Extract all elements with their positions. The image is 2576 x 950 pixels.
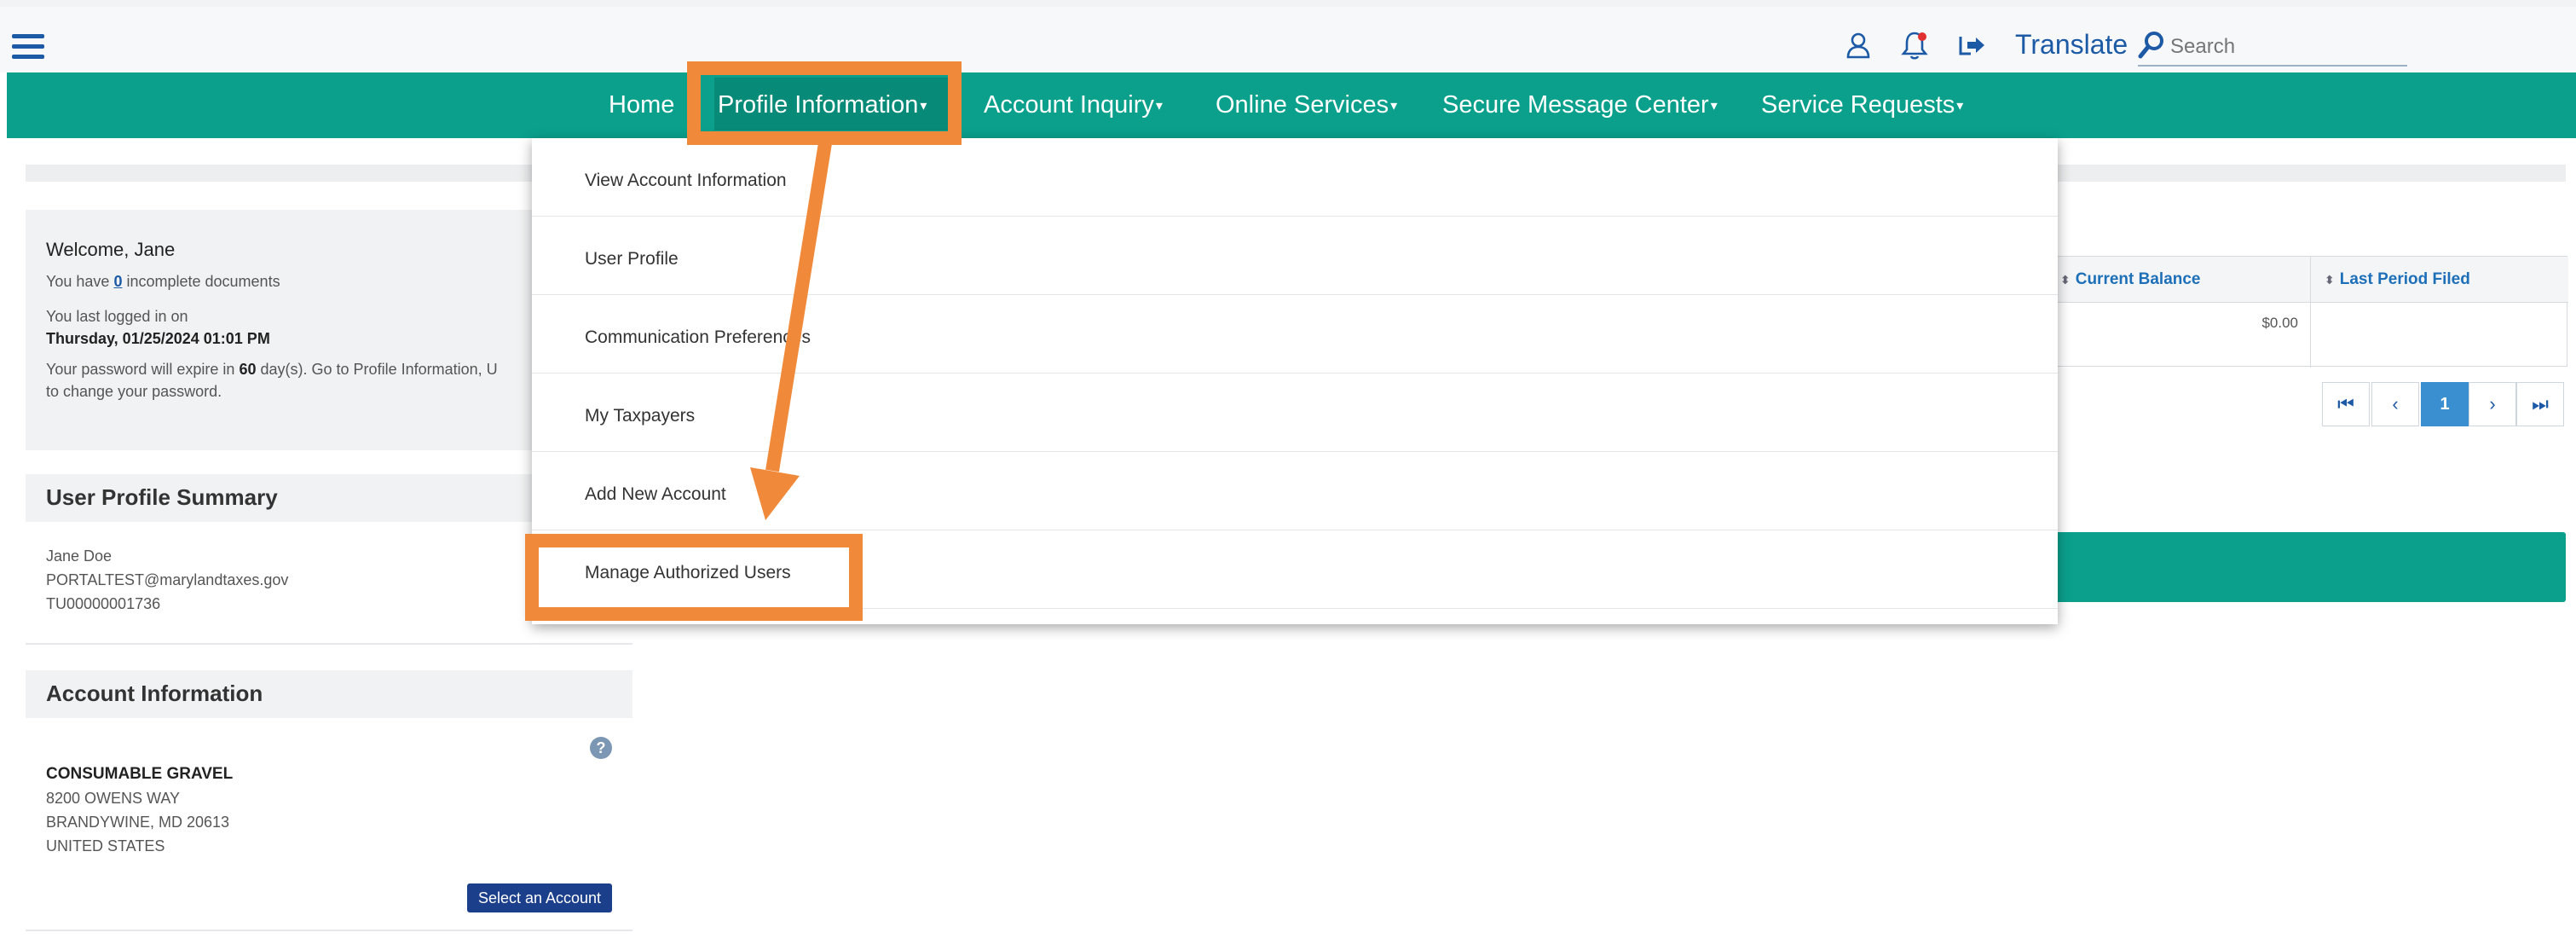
last-login-text: You last logged in on Thursday, 01/25/20… — [46, 308, 270, 347]
main-nav: Home Profile Information ▾ Account Inquir… — [7, 72, 2576, 138]
teal-banner — [2046, 532, 2566, 602]
sort-icon: ⬍ — [2325, 273, 2335, 287]
welcome-title: Welcome, Jane — [46, 239, 176, 260]
password-expire-text: Your password will expire in 60 day(s). … — [46, 361, 498, 400]
bell-notification-icon[interactable] — [1899, 30, 1930, 61]
search-input[interactable] — [2170, 32, 2400, 61]
translate-link[interactable]: Translate — [2015, 29, 2128, 61]
nav-account-inquiry[interactable]: Account Inquiry ▾ — [984, 91, 1163, 119]
hamburger-menu-icon[interactable] — [12, 34, 44, 60]
menu-item-my-taxpayers[interactable]: My Taxpayers — [532, 374, 2058, 452]
last-page-icon[interactable]: ⏭ — [2516, 382, 2564, 426]
select-account-button[interactable]: Select an Account — [467, 883, 612, 912]
user-icon[interactable] — [1843, 30, 1874, 61]
account-country: UNITED STATES — [46, 837, 165, 854]
header: Translate — [0, 7, 2576, 72]
account-address-line2: BRANDYWINE, MD 20613 — [46, 814, 230, 831]
user-profile-details: Jane Doe PORTALTEST@marylandtaxes.gov TU… — [46, 544, 288, 616]
accounts-table: ⬍ Current Balance ⬍ Last Period Filed $0.0… — [2046, 256, 2568, 368]
profile-name: Jane Doe — [46, 547, 113, 565]
last-login-value: Thursday, 01/25/2024 01:01 PM — [46, 330, 270, 347]
menu-item-user-profile[interactable]: User Profile — [532, 217, 2058, 295]
profile-id: TU00000001736 — [46, 595, 161, 612]
account-address-line1: 8200 OWENS WAY — [46, 790, 181, 807]
divider — [26, 643, 632, 645]
nav-online-services[interactable]: Online Services ▾ — [1216, 91, 1397, 119]
next-page-icon[interactable]: › — [2469, 382, 2516, 426]
cell-current-balance: $0.00 — [2047, 303, 2311, 368]
nav-secure-message-center[interactable]: Secure Message Center ▾ — [1442, 91, 1718, 119]
column-header-last-period-filed[interactable]: ⬍ Last Period Filed — [2311, 257, 2568, 303]
account-company: CONSUMABLE GRAVEL — [46, 765, 234, 783]
annotation-highlight-manage-authorized-users — [525, 534, 863, 621]
account-information-heading: Account Information — [26, 670, 632, 718]
account-address: CONSUMABLE GRAVEL 8200 OWENS WAY BRANDYW… — [46, 762, 233, 858]
menu-item-view-account-information[interactable]: View Account Information — [532, 138, 2058, 217]
sort-icon: ⬍ — [2060, 273, 2071, 287]
profile-email: PORTALTEST@marylandtaxes.gov — [46, 571, 289, 588]
top-strip — [0, 0, 2576, 7]
prev-page-icon[interactable]: ‹ — [2371, 382, 2419, 426]
menu-item-add-new-account[interactable]: Add New Account — [532, 452, 2058, 530]
incomplete-docs-text: You have 0 incomplete documents — [46, 273, 280, 290]
nav-service-requests[interactable]: Service Requests ▾ — [1761, 91, 1963, 119]
page-current[interactable]: 1 — [2421, 382, 2469, 426]
menu-item-communication-preferences[interactable]: Communication Preferences — [532, 295, 2058, 374]
annotation-highlight-profile-information — [687, 61, 962, 145]
cell-last-period-filed — [2311, 303, 2568, 368]
incomplete-count-link[interactable]: 0 — [113, 273, 122, 290]
help-icon[interactable]: ? — [590, 737, 612, 759]
search-icon — [2138, 32, 2163, 59]
divider — [26, 930, 632, 931]
nav-home[interactable]: Home — [609, 91, 674, 119]
column-header-current-balance[interactable]: ⬍ Current Balance — [2047, 257, 2311, 303]
logout-icon[interactable] — [1957, 30, 1988, 61]
search-box[interactable] — [2138, 27, 2407, 67]
first-page-icon[interactable]: ⏮ — [2322, 382, 2370, 426]
